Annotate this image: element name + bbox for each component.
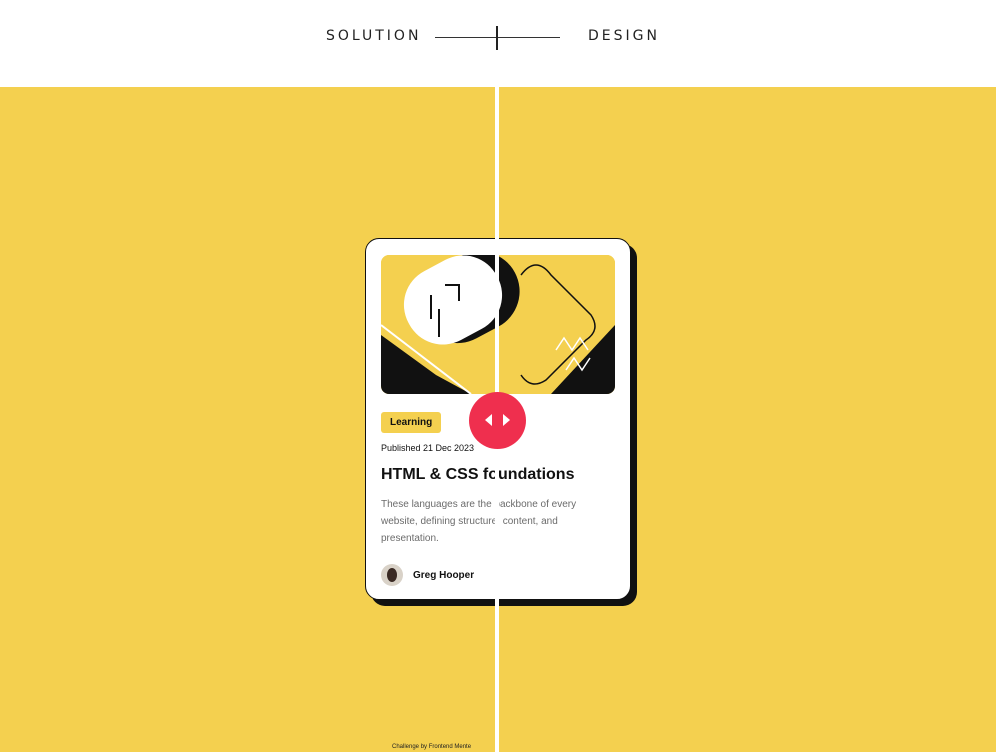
category-badge: Learning: [381, 412, 442, 433]
author-avatar: [381, 564, 403, 586]
attribution-text: Challenge by Frontend Mente: [392, 744, 472, 750]
left-right-arrows-icon[interactable]: [469, 392, 526, 449]
toggle-knob[interactable]: [496, 26, 498, 50]
published-date: Published 21 Dec 2023: [381, 443, 475, 453]
solution-label[interactable]: SOLUTION: [326, 28, 421, 44]
comparison-stage: Learning Published 21 Dec 2023 HTML & CS…: [0, 87, 996, 752]
card-title[interactable]: HTML & CSS foundations: [381, 466, 574, 484]
view-toggle-bar: SOLUTION DESIGN: [0, 0, 996, 87]
author-name: Greg Hooper: [413, 569, 475, 581]
arrow-right-icon: [503, 414, 510, 426]
design-label[interactable]: DESIGN: [588, 28, 660, 44]
author-info: Greg Hooper: [381, 564, 474, 586]
arrow-left-icon: [485, 414, 492, 426]
